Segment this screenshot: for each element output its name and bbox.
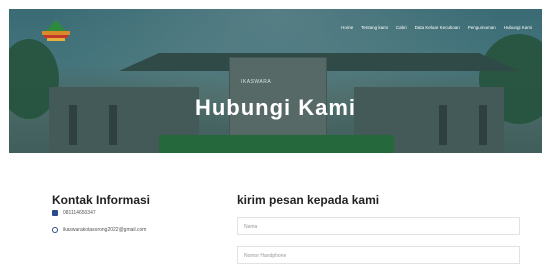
contact-info-heading: Kontak Informasi: [52, 193, 151, 207]
main-nav: Home Tentang kami Cabri Data Keluar Kecu…: [341, 25, 532, 30]
contact-phone-row: 081114650347: [52, 210, 96, 216]
contact-email[interactable]: ikaswarakotasorong2022@gmail.com: [63, 227, 146, 233]
form-heading: kirim pesan kepada kami: [237, 193, 380, 207]
nav-item-hubungi-kami[interactable]: Hubungi Kami: [504, 25, 532, 30]
nav-item-data[interactable]: Data Keluar Kecukoan: [415, 25, 460, 30]
nav-item-home[interactable]: Home: [341, 25, 353, 30]
contact-email-row: ikaswarakotasorong2022@gmail.com: [52, 227, 146, 233]
page-title: Hubungi Kami: [194, 95, 357, 120]
contact-phone[interactable]: 081114650347: [63, 210, 96, 216]
building-sign: IKASWARA: [241, 79, 272, 85]
phone-icon: [52, 210, 58, 216]
nav-item-pengumuman[interactable]: Pengumuman: [468, 25, 496, 30]
phone-input[interactable]: Nomor Handphone: [237, 246, 520, 264]
nav-item-cabri[interactable]: Cabri: [396, 25, 407, 30]
hero-banner: IKASWARA Home Tentang kami Cabri Data Ke…: [9, 9, 542, 153]
email-icon: [52, 227, 58, 233]
name-input[interactable]: Nama: [237, 217, 520, 235]
logo-icon[interactable]: [36, 19, 76, 45]
nav-item-tentang-kami[interactable]: Tentang kami: [361, 25, 388, 30]
hero-overlay: [9, 9, 542, 153]
